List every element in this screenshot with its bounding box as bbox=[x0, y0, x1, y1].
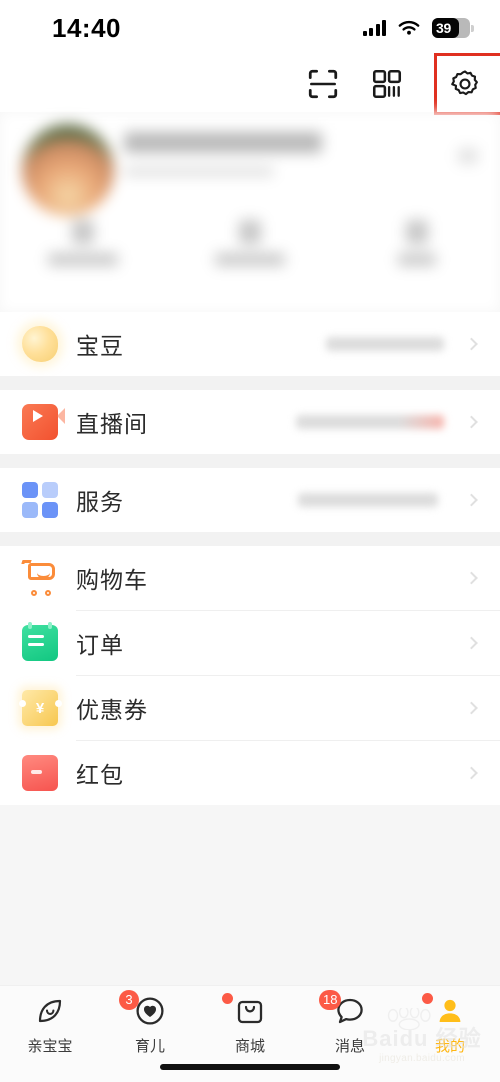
menu-row-value bbox=[296, 415, 444, 429]
header-toolbar bbox=[0, 53, 500, 115]
profile-name bbox=[124, 132, 322, 153]
tab-wode[interactable]: 我的 bbox=[400, 993, 500, 1056]
status-indicators: 39 bbox=[362, 18, 474, 38]
chevron-right-icon bbox=[465, 701, 478, 715]
tab-dot-badge bbox=[222, 993, 233, 1004]
tab-badge: 3 bbox=[119, 990, 139, 1010]
avatar[interactable] bbox=[22, 124, 114, 216]
menu-row-value bbox=[298, 493, 438, 507]
leaf-face-icon bbox=[34, 995, 66, 1027]
person-icon bbox=[434, 995, 466, 1027]
grid-squares-icon bbox=[22, 482, 58, 518]
menu-card-live: 直播间 bbox=[0, 390, 500, 454]
menu-label: 直播间 bbox=[76, 412, 148, 438]
chevron-right-icon bbox=[465, 337, 478, 351]
chevron-right-icon bbox=[465, 571, 478, 585]
bottom-navigation: 亲宝宝 3 育儿 商城 18 消息 我的 bbox=[0, 985, 500, 1082]
coupon-symbol: ¥ bbox=[35, 699, 45, 717]
stat-item[interactable] bbox=[333, 220, 500, 266]
stat-item[interactable] bbox=[167, 220, 334, 266]
wifi-icon bbox=[398, 20, 420, 35]
chevron-right-icon bbox=[465, 493, 478, 507]
menu-row-order[interactable]: 订单 bbox=[0, 611, 500, 675]
menu-card-service: 服务 bbox=[0, 468, 500, 532]
chevron-right-icon[interactable] bbox=[458, 148, 478, 164]
menu-label: 服务 bbox=[76, 490, 124, 516]
phone-screen: 14:40 39 宝豆 直播间 服务 购物车 订单 ¥ 优惠券 红包 亲宝宝 3… bbox=[0, 0, 500, 1082]
signal-bars-icon bbox=[362, 20, 386, 36]
menu-card-one: 宝豆 bbox=[0, 312, 500, 376]
menu-card-two: 购物车 订单 ¥ 优惠券 红包 bbox=[0, 546, 500, 805]
shopping-cart-icon bbox=[21, 560, 58, 596]
tab-xiaoxi[interactable]: 18 消息 bbox=[300, 990, 400, 1056]
menu-row-service[interactable]: 服务 bbox=[0, 468, 500, 532]
menu-label: 订单 bbox=[76, 633, 124, 659]
section-gap bbox=[0, 454, 500, 468]
chevron-right-icon bbox=[465, 766, 478, 780]
section-gap bbox=[0, 532, 500, 546]
shopping-bag-icon bbox=[234, 995, 266, 1027]
tab-yuer[interactable]: 3 育儿 bbox=[100, 990, 200, 1056]
menu-row-redpacket[interactable]: 红包 bbox=[0, 741, 500, 805]
menu-list: 宝豆 直播间 服务 购物车 订单 ¥ 优惠券 红包 bbox=[0, 312, 500, 805]
tab-label: 育儿 bbox=[134, 1037, 165, 1055]
stat-item[interactable] bbox=[0, 220, 167, 266]
home-indicator bbox=[160, 1064, 340, 1070]
menu-label: 宝豆 bbox=[76, 334, 124, 360]
menu-label: 红包 bbox=[76, 763, 124, 789]
tab-label: 商城 bbox=[234, 1037, 265, 1055]
menu-row-coupon[interactable]: ¥ 优惠券 bbox=[0, 676, 500, 740]
bean-icon bbox=[22, 326, 58, 362]
settings-button[interactable] bbox=[434, 53, 500, 115]
menu-row-value bbox=[326, 337, 444, 351]
tab-label: 亲宝宝 bbox=[27, 1037, 73, 1055]
live-video-icon bbox=[22, 404, 65, 440]
tab-shangcheng[interactable]: 商城 bbox=[200, 993, 300, 1056]
section-gap bbox=[0, 376, 500, 390]
menu-label: 购物车 bbox=[76, 568, 148, 594]
scan-icon[interactable] bbox=[306, 67, 340, 101]
tab-qinbaobao[interactable]: 亲宝宝 bbox=[0, 995, 100, 1056]
battery-icon: 39 bbox=[432, 18, 474, 38]
status-bar: 14:40 39 bbox=[0, 0, 500, 56]
tab-label: 消息 bbox=[334, 1037, 365, 1055]
menu-row-baodou[interactable]: 宝豆 bbox=[0, 312, 500, 376]
profile-subtitle bbox=[124, 167, 274, 176]
menu-label: 优惠券 bbox=[76, 698, 148, 724]
qrcode-icon[interactable] bbox=[370, 67, 404, 101]
status-time: 14:40 bbox=[52, 12, 121, 43]
tab-dot-badge bbox=[422, 993, 433, 1004]
profile-header[interactable] bbox=[0, 112, 500, 312]
tab-label: 我的 bbox=[434, 1037, 465, 1055]
menu-row-cart[interactable]: 购物车 bbox=[0, 546, 500, 610]
profile-stats bbox=[0, 220, 500, 266]
gear-icon[interactable] bbox=[448, 67, 482, 101]
chevron-right-icon bbox=[465, 636, 478, 650]
coupon-icon: ¥ bbox=[18, 690, 62, 726]
chevron-right-icon bbox=[465, 415, 478, 429]
red-packet-icon bbox=[22, 755, 58, 791]
battery-percent: 39 bbox=[436, 20, 451, 36]
tab-badge: 18 bbox=[319, 990, 342, 1010]
order-clipboard-icon bbox=[22, 622, 58, 661]
menu-row-live[interactable]: 直播间 bbox=[0, 390, 500, 454]
